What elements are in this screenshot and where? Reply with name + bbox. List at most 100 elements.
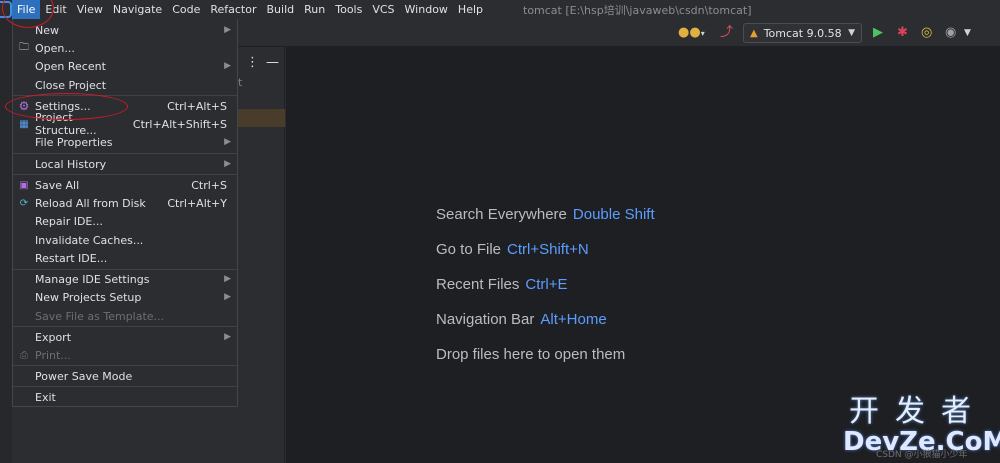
menu-item-reload-all[interactable]: ⟳ Reload All from Disk Ctrl+Alt+Y: [13, 194, 237, 212]
menu-item-new-projects-setup[interactable]: New Projects Setup ▶: [13, 288, 237, 306]
menu-item-label: Repair IDE...: [35, 214, 103, 228]
menu-build[interactable]: Build: [262, 0, 300, 19]
menu-item-open[interactable]: 🗀 Open...: [13, 39, 237, 57]
menu-item-label: Export: [35, 330, 72, 344]
menu-item-label: File Properties: [35, 135, 113, 149]
menu-item-label: Invalidate Caches...: [35, 233, 144, 247]
menu-item-label: New: [35, 23, 59, 37]
tip-label: Navigation Bar: [436, 311, 535, 328]
menu-item-label: Print...: [35, 348, 71, 362]
annotation-circle-settings: [5, 93, 128, 120]
menu-item-save-all[interactable]: ▣ Save All Ctrl+S: [13, 176, 237, 194]
grid-icon: ▦: [19, 118, 29, 130]
menu-run[interactable]: Run: [299, 0, 330, 19]
submenu-arrow-icon: ▶: [224, 274, 231, 284]
menu-item-print: ⎙ Print...: [13, 346, 237, 364]
tip-label: Search Everywhere: [436, 206, 567, 223]
options-icon[interactable]: ⋮: [246, 55, 259, 70]
menu-item-label: Close Project: [35, 78, 107, 92]
run-icon[interactable]: ▶: [873, 25, 883, 41]
menu-item-label: Manage IDE Settings: [35, 272, 150, 286]
menu-item-shortcut: Ctrl+Alt+S: [167, 99, 227, 113]
menu-item-local-history[interactable]: Local History ▶: [13, 155, 237, 173]
tip-key: Ctrl+E: [525, 276, 568, 293]
window-title: tomcat [E:\hsp培训\javaweb\csdn\tomcat]: [523, 3, 752, 17]
menu-item-shortcut: Ctrl+Alt+Y: [167, 196, 227, 210]
menu-item-label: New Projects Setup: [35, 290, 142, 304]
tip-label: Go to File: [436, 241, 502, 258]
submenu-arrow-icon: ▶: [224, 292, 231, 302]
menu-item-file-properties[interactable]: File Properties ▶: [13, 133, 237, 151]
menu-navigate[interactable]: Navigate: [108, 0, 167, 19]
submenu-arrow-icon: ▶: [224, 61, 231, 71]
menu-item-open-recent[interactable]: Open Recent ▶: [13, 57, 237, 75]
run-config-label: Tomcat 9.0.58: [763, 26, 842, 40]
menu-separator: [13, 153, 237, 154]
submenu-arrow-icon: ▶: [224, 25, 231, 35]
tip-key: Ctrl+Shift+N: [507, 241, 589, 258]
menu-item-invalidate-caches[interactable]: Invalidate Caches...: [13, 231, 237, 249]
menu-item-power-save-mode[interactable]: Power Save Mode: [13, 367, 237, 385]
menu-help[interactable]: Help: [453, 0, 488, 19]
build-hammer-icon[interactable]: ⤴: [720, 25, 733, 41]
tip-recent-files: Recent Files Ctrl+E: [436, 276, 567, 293]
menu-item-new[interactable]: New ▶: [13, 21, 237, 39]
printer-icon: ⎙: [20, 349, 28, 361]
submenu-arrow-icon: ▶: [224, 159, 231, 169]
menu-bar: File Edit View Navigate Code Refactor Bu…: [0, 0, 1000, 19]
minimize-icon[interactable]: —: [266, 55, 279, 70]
tip-label: Recent Files: [436, 276, 520, 293]
menu-tools[interactable]: Tools: [330, 0, 367, 19]
tip-key: Double Shift: [572, 206, 655, 223]
users-icon[interactable]: ●●▾: [678, 25, 705, 42]
left-tool-strip: [0, 19, 12, 463]
menu-item-save-file-as-template: Save File as Template...: [13, 307, 237, 325]
tip-go-to-file: Go to File Ctrl+Shift+N: [436, 241, 589, 258]
watermark-credit: CSDN @小狼猫小少年: [876, 450, 968, 460]
tomcat-icon: ▲: [750, 27, 758, 39]
menu-item-label: Save File as Template...: [35, 309, 165, 323]
debug-icon[interactable]: ✱: [897, 25, 908, 41]
menu-item-manage-ide-settings[interactable]: Manage IDE Settings ▶: [13, 270, 237, 288]
menu-item-label: Open...: [35, 41, 75, 55]
menu-refactor[interactable]: Refactor: [205, 0, 261, 19]
menu-item-shortcut: Ctrl+Alt+Shift+S: [132, 117, 227, 131]
run-config-select[interactable]: ▲ Tomcat 9.0.58 ▼: [743, 23, 862, 43]
tip-label: Drop files here to open them: [436, 346, 626, 363]
menu-item-label: Reload All from Disk: [35, 196, 146, 210]
menu-item-label: Restart IDE...: [35, 251, 108, 265]
menu-item-restart-ide[interactable]: Restart IDE...: [13, 249, 237, 267]
menu-separator: [13, 365, 237, 366]
menu-item-export[interactable]: Export ▶: [13, 328, 237, 346]
file-menu-dropdown: New ▶ 🗀 Open... Open Recent ▶ Close Proj…: [12, 19, 238, 407]
tip-key: Alt+Home: [540, 311, 607, 328]
submenu-arrow-icon: ▶: [224, 137, 231, 147]
menu-separator: [13, 386, 237, 387]
menu-window[interactable]: Window: [400, 0, 453, 19]
more-chevron-icon[interactable]: ▼: [964, 25, 971, 41]
menu-item-label: Open Recent: [35, 59, 106, 73]
menu-item-repair-ide[interactable]: Repair IDE...: [13, 212, 237, 230]
menu-separator: [13, 326, 237, 327]
menu-item-close-project[interactable]: Close Project: [13, 76, 237, 94]
tip-drop-files: Drop files here to open them: [436, 346, 625, 363]
menu-item-shortcut: Ctrl+S: [191, 178, 227, 192]
coverage-icon[interactable]: ◎: [921, 25, 932, 41]
menu-view[interactable]: View: [72, 0, 108, 19]
menu-item-exit[interactable]: Exit: [13, 388, 237, 406]
profile-icon[interactable]: ◉: [945, 25, 956, 41]
reload-icon: ⟳: [19, 197, 29, 209]
folder-icon: 🗀: [19, 41, 29, 53]
menu-separator: [13, 174, 237, 175]
menu-item-label: Exit: [35, 390, 56, 404]
menu-vcs[interactable]: VCS: [367, 0, 399, 19]
menu-item-label: Local History: [35, 157, 107, 171]
selected-tree-row[interactable]: [238, 109, 285, 127]
menu-item-label: Save All: [35, 178, 80, 192]
watermark-cn-text: 开发者: [849, 394, 987, 429]
tip-navigation-bar: Navigation Bar Alt+Home: [436, 311, 607, 328]
chevron-down-icon: ▼: [848, 28, 855, 38]
submenu-arrow-icon: ▶: [224, 332, 231, 342]
tip-search-everywhere: Search Everywhere Double Shift: [436, 206, 655, 223]
menu-code[interactable]: Code: [167, 0, 205, 19]
